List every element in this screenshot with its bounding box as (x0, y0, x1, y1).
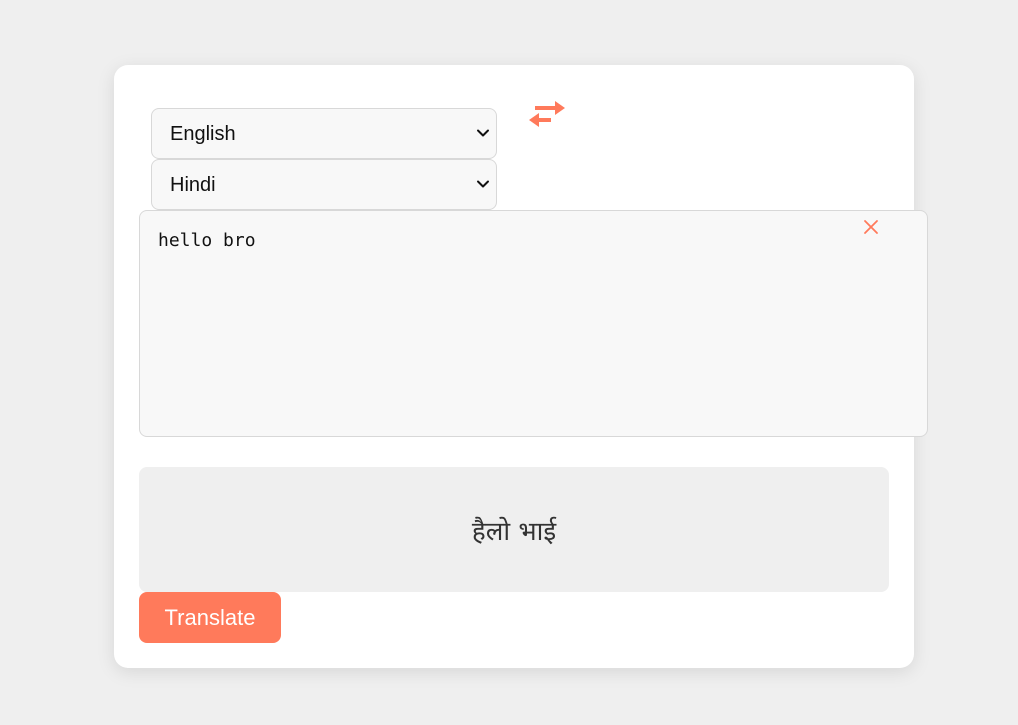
source-language-select-wrapper: English (151, 108, 497, 159)
source-language-select[interactable]: English (152, 109, 496, 158)
close-icon (864, 220, 878, 234)
swap-languages-button[interactable] (527, 99, 567, 131)
source-text-input[interactable]: hello bro (140, 211, 927, 436)
target-language-select-wrapper: Hindi (151, 159, 497, 210)
translate-button[interactable]: Translate (139, 592, 281, 643)
target-language-select[interactable]: Hindi (152, 160, 496, 209)
translation-output-box: हैलो भाई (139, 467, 889, 592)
translation-output-text: हैलो भाई (471, 516, 557, 547)
source-text-box: hello bro (139, 210, 928, 437)
clear-input-button[interactable] (863, 219, 879, 235)
swap-arrows-icon (529, 101, 565, 127)
